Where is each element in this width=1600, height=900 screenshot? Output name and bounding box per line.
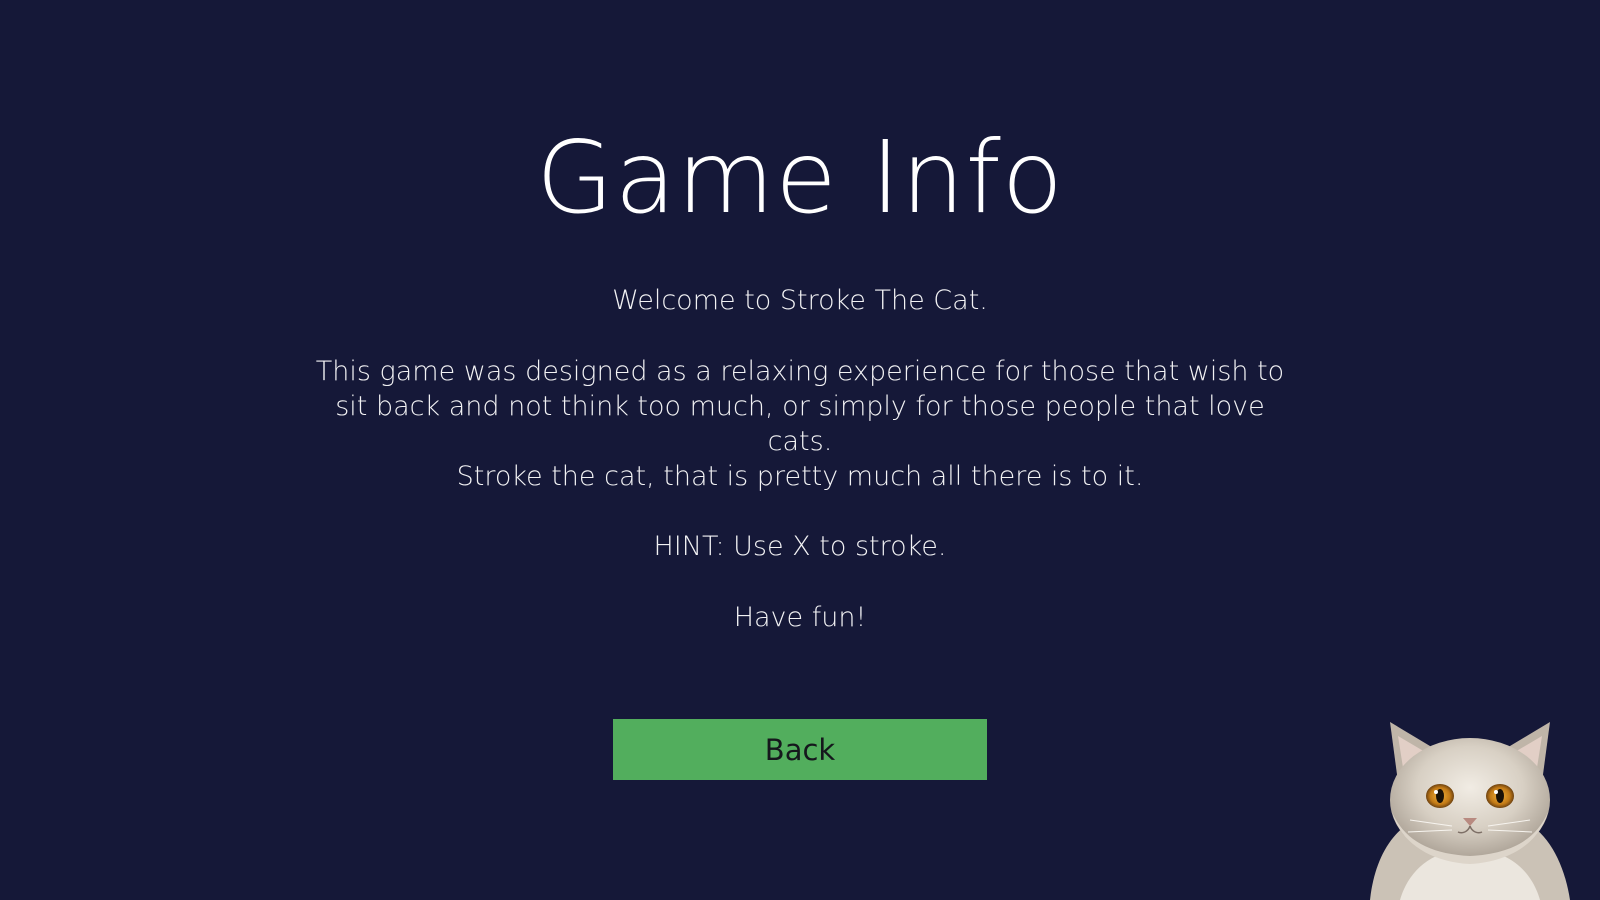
description-text: This game was designed as a relaxing exp…: [315, 356, 1285, 457]
hint-text: HINT: Use X to stroke.: [653, 531, 947, 562]
back-button[interactable]: Back: [613, 719, 987, 780]
closing-text: Have fun!: [733, 602, 867, 633]
cat-image: [1370, 722, 1570, 900]
welcome-text: Welcome to Stroke The Cat.: [612, 285, 988, 316]
instructions-text: Stroke the cat, that is pretty much all …: [456, 461, 1144, 492]
game-info-screen: Game Info Welcome to Stroke The Cat. Thi…: [0, 0, 1600, 900]
page-title: Game Info: [536, 119, 1064, 236]
